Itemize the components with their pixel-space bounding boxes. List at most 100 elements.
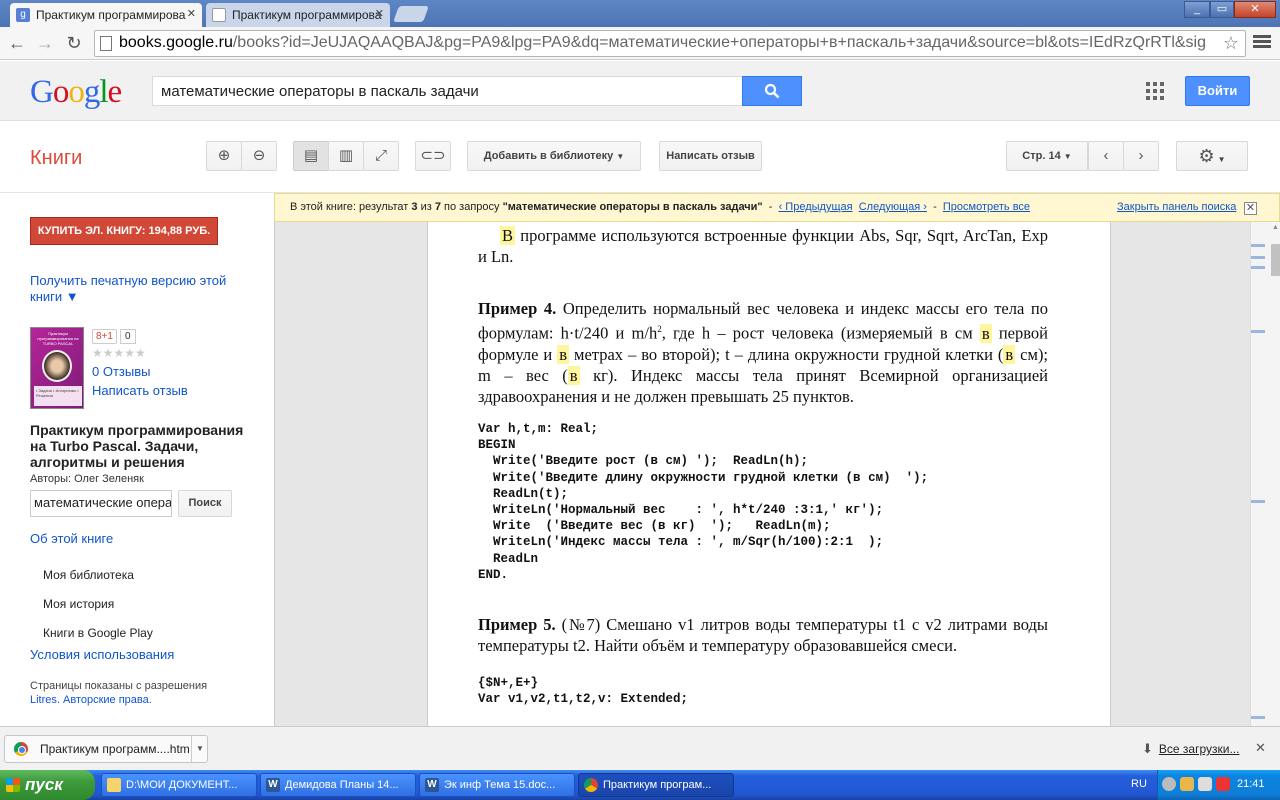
close-window-button[interactable]: ✕ <box>1234 1 1276 18</box>
taskbar-item-folder[interactable]: D:\МОИ ДОКУМЕНТ... <box>101 773 257 797</box>
gplus-button[interactable]: 8+1 <box>92 329 117 344</box>
link-button[interactable]: ⊂⊃ <box>415 141 451 171</box>
taskbar-item-word-1[interactable]: W Демидова Планы 14... <box>260 773 416 797</box>
download-menu-caret-icon[interactable]: ▼ <box>191 736 208 762</box>
folder-icon <box>107 778 121 792</box>
page-favicon-icon <box>212 8 226 22</box>
google-logo[interactable]: Google <box>30 74 122 111</box>
view-all-results-link[interactable]: Просмотреть все <box>943 201 1030 213</box>
folder-icon[interactable] <box>1180 777 1194 791</box>
browser-tab[interactable]: Практикум программирова ✕ <box>206 3 390 27</box>
scrollbar-thumb[interactable] <box>1271 244 1280 276</box>
address-bar[interactable]: books.google.ru/books?id=JeUJAQAAQBAJ&pg… <box>94 30 1246 57</box>
result-marker[interactable] <box>1251 244 1265 247</box>
url-text: books.google.ru/books?id=JeUJAQAAQBAJ&pg… <box>119 34 1206 51</box>
tab-close-icon[interactable]: ✕ <box>375 7 384 20</box>
search-highlight: в <box>557 344 570 364</box>
search-highlight: В <box>500 226 516 245</box>
prev-result-link[interactable]: ‹ Предыдущая <box>779 201 853 213</box>
single-page-view-button[interactable]: ▤ <box>293 141 329 171</box>
network-disconnected-icon[interactable] <box>1216 777 1230 791</box>
forward-arrow-icon[interactable]: → <box>34 32 56 54</box>
in-book-search-button[interactable]: Поиск <box>178 490 232 517</box>
scroll-up-arrow-icon[interactable]: ▲ <box>1271 224 1280 231</box>
maximize-button[interactable]: ▭ <box>1210 1 1234 18</box>
windows-flag-icon <box>6 778 20 792</box>
taskbar-item-chrome[interactable]: Практикум програм... <box>578 773 734 797</box>
books-title[interactable]: Книги <box>30 147 82 170</box>
paragraph: В программе используются встроенные функ… <box>478 226 1048 266</box>
google-books-favicon-icon: g <box>16 8 30 22</box>
zoom-out-icon: ⊖ <box>252 147 266 164</box>
two-page-view-button[interactable]: ▥ <box>328 141 364 171</box>
result-marker[interactable] <box>1251 716 1265 719</box>
dropdown-arrow-icon: ▼ <box>616 152 625 161</box>
add-to-library-button[interactable]: Добавить в библиотеку ▼ <box>467 141 641 171</box>
start-button[interactable]: пуск <box>0 770 95 800</box>
close-search-panel-link[interactable]: Закрыть панель поиска <box>1117 201 1236 213</box>
tab-close-icon[interactable]: ✕ <box>187 7 196 20</box>
browser-tab-active[interactable]: g Практикум программирова ✕ <box>10 3 202 27</box>
settings-button[interactable]: ⚙ ▼ <box>1176 141 1248 171</box>
windows-taskbar: пуск D:\МОИ ДОКУМЕНТ... W Демидова Планы … <box>0 770 1280 800</box>
google-search-input[interactable]: математические операторы в паскаль задач… <box>152 76 742 106</box>
reviews-link[interactable]: 0 Отзывы <box>92 364 150 379</box>
signin-button[interactable]: Войти <box>1185 76 1250 106</box>
new-tab-button[interactable] <box>393 6 429 22</box>
back-arrow-icon[interactable]: ← <box>6 32 28 54</box>
search-highlight: в <box>1003 344 1016 364</box>
example-4-text: Пример 4. Определить нормальный вес чело… <box>478 299 1049 406</box>
single-page-icon: ▤ <box>303 147 319 164</box>
page-icon <box>100 36 112 51</box>
page-select-button[interactable]: Стр. 14 ▼ <box>1006 141 1088 171</box>
permission-note: Страницы показаны с разрешения Litres. Ав… <box>30 680 208 706</box>
write-review-button[interactable]: Написать отзыв <box>659 141 762 171</box>
minimize-button[interactable]: _ <box>1184 1 1210 18</box>
close-downloads-bar-icon[interactable]: ✕ <box>1255 740 1266 756</box>
zoom-in-button[interactable]: ⊕ <box>206 141 242 171</box>
my-history-link[interactable]: Моя история <box>43 597 114 611</box>
result-marker[interactable] <box>1251 256 1265 259</box>
search-result-bar: В этой книге: результат 3 из 7 по запрос… <box>274 193 1280 222</box>
next-page-button[interactable]: › <box>1123 141 1159 171</box>
google-search-button[interactable] <box>742 76 802 106</box>
antivirus-icon[interactable] <box>1198 777 1212 791</box>
in-book-search-input[interactable]: математические операторы в паскаль задач… <box>30 490 172 517</box>
buy-ebook-button[interactable]: КУПИТЬ ЭЛ. КНИГУ: 194,88 РУБ. <box>30 217 218 245</box>
chrome-icon <box>584 778 598 792</box>
book-cover-image[interactable]: Практикум программирования на TURBO PASC… <box>30 327 84 409</box>
dropdown-arrow-icon: ▼ <box>1217 155 1226 164</box>
my-library-link[interactable]: Моя библиотека <box>43 568 134 582</box>
apps-grid-icon[interactable] <box>1146 82 1164 100</box>
word-icon: W <box>425 778 439 792</box>
litres-copyright-link[interactable]: Litres. Авторские права. <box>30 694 152 706</box>
next-result-link[interactable]: Следующая › <box>859 201 927 213</box>
book-viewer[interactable]: В программе используются встроенные функ… <box>274 222 1250 726</box>
about-book-link[interactable]: Об этой книге <box>30 531 113 546</box>
search-icon <box>764 83 780 99</box>
terms-link[interactable]: Условия использования <box>30 647 174 662</box>
link-icon: ⊂⊃ <box>420 147 446 164</box>
zoom-out-button[interactable]: ⊖ <box>241 141 277 171</box>
browser-tab-strip: g Практикум программирова ✕ Практикум пр… <box>0 0 1280 27</box>
result-marker[interactable] <box>1251 500 1265 503</box>
code-block-example-4: Var h,t,m: Real; BEGIN Write('Введите рос… <box>478 422 929 582</box>
google-play-books-link[interactable]: Книги в Google Play <box>43 626 153 640</box>
write-review-link[interactable]: Написать отзыв <box>92 383 188 398</box>
print-version-link[interactable]: Получить печатную версию этой книги ▼ <box>30 273 240 305</box>
close-icon[interactable]: ✕ <box>1244 202 1257 215</box>
reload-icon[interactable]: ↻ <box>63 32 85 54</box>
result-marker[interactable] <box>1251 330 1265 333</box>
language-indicator[interactable]: RU <box>1131 778 1147 790</box>
chrome-menu-icon[interactable] <box>1253 33 1271 53</box>
taskbar-item-word-2[interactable]: W Эк инф Тема 15.doc... <box>419 773 575 797</box>
all-downloads[interactable]: ⬇ Все загрузки... <box>1142 741 1239 757</box>
result-marker[interactable] <box>1251 266 1265 269</box>
prev-page-button[interactable]: ‹ <box>1088 141 1124 171</box>
page-scrollbar[interactable]: ▲ <box>1250 222 1280 726</box>
book-page: В программе используются встроенные функ… <box>427 222 1111 726</box>
download-item[interactable]: Практикум программ....htm ▼ <box>4 735 208 763</box>
fullscreen-button[interactable]: ⤢ <box>363 141 399 171</box>
bookmark-star-icon[interactable]: ☆ <box>1223 33 1239 54</box>
back-arrow-icon[interactable] <box>1162 777 1176 791</box>
